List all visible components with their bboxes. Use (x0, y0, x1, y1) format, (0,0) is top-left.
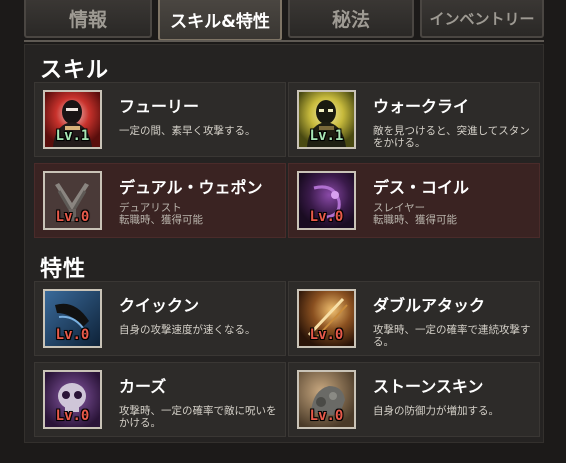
warcry-icon: Lv.1 (297, 90, 356, 149)
double-attack-icon: Lv.0 (297, 289, 356, 348)
tab-skills-traits[interactable]: スキル&特性 (158, 0, 282, 41)
trait-description: 攻撃時、一定の確率で連続攻撃する。 (373, 324, 531, 348)
skill-name: フューリー (119, 97, 200, 116)
skill-card-dual-weapon[interactable]: Lv.0 デュアル・ウェポン デュアリスト 転職時、獲得可能 (34, 163, 286, 238)
trait-level-badge: Lv.0 (309, 408, 344, 424)
quicken-icon: Lv.0 (43, 289, 102, 348)
trait-level-badge: Lv.0 (55, 327, 90, 343)
tab-secret-arts[interactable]: 秘法 (288, 0, 414, 38)
trait-level-badge: Lv.0 (55, 408, 90, 424)
skill-name: デュアル・ウェポン (119, 178, 263, 197)
tab-divider (24, 40, 544, 42)
skill-level-badge: Lv.1 (55, 128, 90, 144)
trait-card-double-attack[interactable]: Lv.0 ダブルアタック 攻撃時、一定の確率で連続攻撃する。 (288, 281, 540, 356)
skill-level-badge: Lv.0 (55, 209, 90, 225)
tab-info[interactable]: 情報 (24, 0, 152, 38)
trait-card-stoneskin[interactable]: Lv.0 ストーンスキン 自身の防御力が増加する。 (288, 362, 540, 437)
skill-requirement-note: 転職時、獲得可能 (373, 214, 457, 226)
trait-name: ダブルアタック (373, 296, 486, 315)
skill-name: デス・コイル (373, 178, 470, 197)
skill-requirement-class: デュアリスト (119, 202, 182, 214)
stoneskin-icon: Lv.0 (297, 370, 356, 429)
skill-description: 敵を見つけると、突進してスタンをかける。 (373, 125, 530, 149)
skill-level-badge: Lv.0 (309, 209, 344, 225)
skill-card-death-coil[interactable]: Lv.0 デス・コイル スレイヤー 転職時、獲得可能 (288, 163, 540, 238)
fury-icon: Lv.1 (43, 90, 102, 149)
skill-requirement-note: 転職時、獲得可能 (119, 214, 203, 226)
trait-name: カーズ (119, 377, 167, 396)
skills-section-title: スキル (40, 58, 110, 83)
trait-description: 自身の防御力が増加する。 (373, 405, 499, 417)
skill-card-fury[interactable]: Lv.1 フューリー 一定の間、素早く攻撃する。 (34, 82, 286, 157)
trait-card-curse[interactable]: Lv.0 カーズ 攻撃時、一定の確率で敵に呪いをかける。 (34, 362, 286, 437)
skill-name: ウォークライ (373, 97, 470, 116)
traits-section-title: 特性 (40, 257, 87, 282)
tab-inventory[interactable]: インベントリー (420, 0, 544, 38)
death-coil-icon: Lv.0 (297, 171, 356, 230)
trait-description: 自身の攻撃速度が速くなる。 (119, 324, 256, 336)
trait-card-quicken[interactable]: Lv.0 クイックン 自身の攻撃速度が速くなる。 (34, 281, 286, 356)
trait-description: 攻撃時、一定の確率で敵に呪いをかける。 (119, 405, 277, 429)
trait-level-badge: Lv.0 (309, 327, 344, 343)
skill-card-warcry[interactable]: Lv.1 ウォークライ 敵を見つけると、突進してスタンをかける。 (288, 82, 540, 157)
skill-level-badge: Lv.1 (309, 128, 344, 144)
trait-name: ストーンスキン (373, 377, 484, 396)
skill-requirement: デュアリスト 転職時、獲得可能 (119, 202, 281, 226)
tab-bar: 情報 スキル&特性 秘法 インベントリー (0, 0, 566, 42)
skill-requirement: スレイヤー 転職時、獲得可能 (373, 202, 535, 226)
curse-icon: Lv.0 (43, 370, 102, 429)
dual-weapon-icon: Lv.0 (43, 171, 102, 230)
trait-name: クイックン (119, 296, 200, 315)
skill-description: 一定の間、素早く攻撃する。 (119, 125, 256, 137)
skill-requirement-class: スレイヤー (373, 202, 426, 214)
